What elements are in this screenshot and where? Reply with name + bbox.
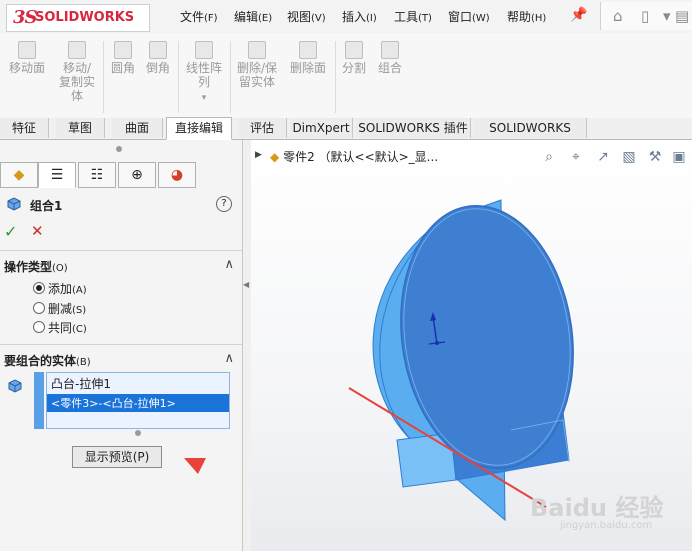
radio-dot (33, 302, 45, 314)
selection-box-marker (34, 372, 44, 429)
split-button[interactable]: 分割 (338, 39, 370, 75)
combine-feature-icon (6, 196, 22, 212)
tab-property-manager[interactable]: ☰ (38, 162, 76, 188)
linear-pattern-button[interactable]: 线性阵列 ▾ (182, 39, 226, 105)
title-bar: 3S SOLIDWORKS 文件(F) 编辑(E) 视图(V) 插入(I) 工具… (0, 0, 692, 34)
menu-help[interactable]: 帮助(H) (507, 8, 546, 25)
divider (0, 344, 242, 345)
baidu-watermark: Baidu 经验 (530, 494, 664, 522)
move-copy-body-icon (68, 41, 86, 59)
chamfer-button[interactable]: 倒角 (142, 39, 174, 75)
delete-keep-body-button[interactable]: 删除/保 留实体 (233, 39, 281, 89)
move-face-button[interactable]: 移动面 (4, 39, 50, 75)
open-folder-icon[interactable]: ▤ (675, 7, 689, 25)
ribbon-divider (335, 41, 336, 113)
solid-body-icon (7, 378, 23, 394)
panel-grip[interactable] (116, 146, 122, 152)
tab-configuration-manager[interactable]: ☷ (78, 162, 116, 188)
annotation-arrowhead-icon (184, 458, 206, 474)
linear-pattern-icon (195, 41, 213, 59)
command-ribbon: 移动面 移动/复制实体 圆角 倒角 线性阵列 ▾ 删除/保 留实体 删除面 分割 组… (0, 33, 692, 118)
radio-subtract[interactable]: 删减(S) (33, 300, 86, 317)
feature-title: 组合1 (30, 199, 63, 213)
origin-point (435, 341, 439, 345)
delete-face-icon (299, 41, 317, 59)
delete-keep-body-icon (248, 41, 266, 59)
list-resize-grip[interactable] (135, 430, 141, 436)
tab-display-manager[interactable]: ◕ (158, 162, 196, 188)
configuration-icon: ☷ (90, 167, 104, 183)
solidworks-logo[interactable]: 3S SOLIDWORKS (6, 4, 150, 32)
menu-tools[interactable]: 工具(T) (394, 8, 432, 25)
property-manager-panel: ◆ ☰ ☷ ⊕ ◕ 组合1 ? ✓ ✕ 操作类型(O) ∧ 添加(A) 删减(S… (0, 140, 243, 551)
dropdown-arrow-icon[interactable]: ▾ (663, 7, 671, 25)
ribbon-divider (103, 41, 104, 113)
list-item-selected[interactable]: <零件3>-<凸台-拉伸1> (47, 394, 229, 412)
ok-button[interactable]: ✓ (4, 222, 17, 241)
chamfer-icon (149, 41, 167, 59)
home-icon[interactable]: ⌂ (613, 7, 623, 25)
fillet-button[interactable]: 圆角 (107, 39, 139, 75)
crosshair-icon: ⊕ (131, 167, 143, 183)
tab-direct-editing[interactable]: 直接编辑 (166, 117, 232, 140)
combine-button[interactable]: 组合 (374, 39, 406, 75)
bodies-to-combine-section[interactable]: 要组合的实体(B) ∧ (0, 350, 242, 370)
command-manager-tabs: 特征 草图 曲面 直接编辑 评估 DimXpert SOLIDWORKS 插件 … (0, 117, 692, 155)
tab-sketch[interactable]: 草图 (56, 118, 105, 138)
operation-type-section[interactable]: 操作类型(O) ∧ (0, 256, 242, 276)
move-face-icon (18, 41, 36, 59)
radio-add[interactable]: 添加(A) (33, 280, 87, 297)
tab-solidworks-addins[interactable]: SOLIDWORKS 插件 (356, 118, 471, 138)
cancel-button[interactable]: ✕ (31, 222, 44, 240)
menu-insert[interactable]: 插入(I) (342, 8, 377, 25)
ribbon-divider (230, 41, 231, 113)
menu-window[interactable]: 窗口(W) (448, 8, 490, 25)
menu-view[interactable]: 视图(V) (287, 8, 326, 25)
combine-icon (381, 41, 399, 59)
menu-file[interactable]: 文件(F) (180, 8, 218, 25)
logo-text: SOLIDWORKS (35, 10, 135, 25)
divider (0, 250, 242, 251)
radio-dot (33, 282, 45, 294)
list-item[interactable]: 凸台-拉伸1 (47, 373, 229, 394)
quick-access-toolbar: ⌂ ▯ ▾ ▤ (600, 2, 692, 30)
property-list-icon: ☰ (50, 167, 64, 183)
collapse-icon[interactable]: ∧ (224, 351, 234, 366)
tab-dimxpert-manager[interactable]: ⊕ (118, 162, 156, 188)
tab-feature-manager[interactable]: ◆ (0, 162, 38, 188)
radio-dot (33, 321, 45, 333)
feature-tree-icon: ◆ (13, 167, 25, 183)
panel-splitter[interactable]: ◀ (243, 140, 251, 551)
tab-features[interactable]: 特征 (0, 118, 49, 138)
help-icon[interactable]: ? (216, 196, 232, 212)
move-copy-body-button[interactable]: 移动/复制实体 (54, 39, 100, 103)
new-document-icon[interactable]: ▯ (641, 7, 649, 25)
pin-icon[interactable]: 📌 (570, 5, 588, 25)
tab-surfaces[interactable]: 曲面 (112, 118, 163, 138)
color-wheel-icon: ◕ (170, 167, 184, 183)
collapse-arrow-icon[interactable]: ◀ (243, 280, 249, 289)
bodies-selection-list[interactable]: 凸台-拉伸1 <零件3>-<凸台-拉伸1> (46, 372, 230, 429)
collapse-icon[interactable]: ∧ (224, 257, 234, 272)
tab-dimxpert[interactable]: DimXpert (290, 118, 353, 138)
ribbon-divider (178, 41, 179, 113)
menu-edit[interactable]: 编辑(E) (234, 8, 272, 25)
radio-common[interactable]: 共同(C) (33, 319, 87, 336)
baidu-watermark-url: jingyan.baidu.com (560, 520, 653, 531)
fillet-icon (114, 41, 132, 59)
chevron-down-icon: ▾ (201, 93, 207, 103)
show-preview-button[interactable]: 显示预览(P) (72, 446, 162, 468)
delete-face-button[interactable]: 删除面 (285, 39, 331, 75)
ds-logo-mark: 3S (13, 7, 38, 28)
tab-evaluate[interactable]: 评估 (238, 118, 287, 138)
tab-solidworks-mbd[interactable]: SOLIDWORKS MBD (474, 118, 587, 155)
split-icon (345, 41, 363, 59)
